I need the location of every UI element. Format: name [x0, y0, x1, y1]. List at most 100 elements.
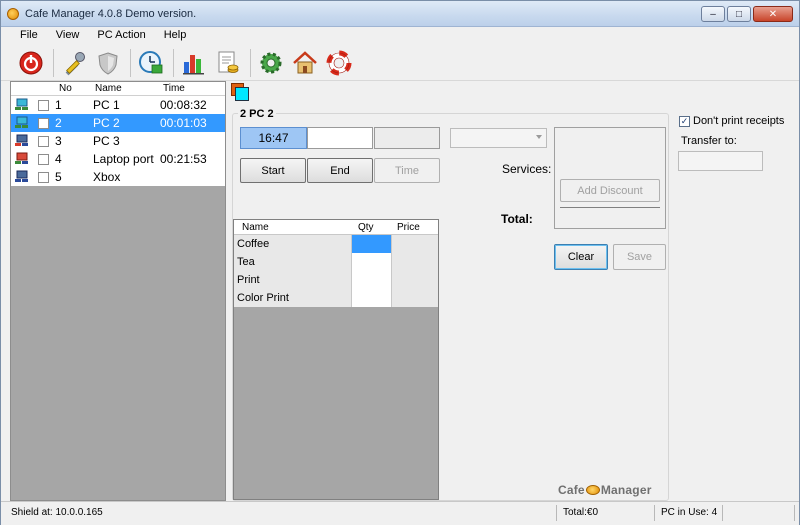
lifebuoy-icon — [326, 50, 352, 75]
item-qty-cell[interactable] — [352, 271, 392, 289]
pc-row-checkbox[interactable] — [38, 118, 49, 129]
toolbar-separator — [250, 48, 251, 77]
dont-print-label[interactable]: Don't print receipts — [693, 115, 784, 127]
brand-right: Manager — [600, 483, 652, 497]
tools-icon — [65, 51, 85, 75]
item-qty-cell[interactable] — [352, 235, 392, 253]
chevron-down-icon — [536, 135, 542, 139]
pc-row[interactable]: 4 Laptop port 00:21:53 — [11, 150, 225, 168]
cafe-manager-logo: Cafe Manager — [558, 483, 652, 497]
add-discount-button[interactable]: Add Discount — [560, 179, 660, 202]
services-label: Services: — [502, 162, 552, 176]
menu-pc-action[interactable]: PC Action — [88, 27, 154, 45]
table-row[interactable]: Print — [234, 271, 438, 289]
pc-row-selected[interactable]: 2 PC 2 00:01:03 — [11, 114, 225, 132]
column-header-name[interactable]: Name — [242, 222, 269, 233]
pc-row-checkbox[interactable] — [38, 100, 49, 111]
pc-list: 1 PC 1 00:08:32 2 PC 2 00:01:03 3 PC 3 4… — [11, 96, 225, 186]
item-qty-cell[interactable] — [352, 253, 392, 271]
menu-help[interactable]: Help — [155, 27, 196, 45]
item-name-cell: Print — [234, 271, 352, 289]
shield-status: Shield at: 10.0.0.165 — [5, 505, 557, 521]
transfer-dropdown[interactable] — [678, 151, 763, 171]
title-bar[interactable]: Cafe Manager 4.0.8 Demo version. – □ ✕ — [1, 1, 799, 27]
menu-file[interactable]: File — [11, 27, 47, 45]
start-button[interactable]: Start — [240, 158, 306, 183]
item-name-cell: Tea — [234, 253, 352, 271]
power-icon — [19, 51, 43, 74]
brand-logo-icon — [585, 485, 600, 495]
statistics-button[interactable] — [178, 47, 210, 79]
minimize-button[interactable]: – — [701, 6, 725, 22]
pc-list-panel: No Name Time 1 PC 1 00:08:32 2 PC 2 00:0… — [10, 81, 226, 501]
report-icon — [218, 51, 239, 73]
pc-row-no: 1 — [55, 98, 62, 112]
pc-row-checkbox[interactable] — [38, 154, 49, 165]
menu-view[interactable]: View — [47, 27, 89, 45]
end-time-field[interactable] — [307, 127, 373, 149]
time-button[interactable]: Time — [374, 158, 440, 183]
home-icon — [293, 50, 317, 73]
save-button[interactable]: Save — [613, 244, 666, 270]
dont-print-checkbox[interactable]: ✓ — [679, 116, 690, 127]
total-label: Total: — [501, 212, 533, 226]
pc-in-use-status: PC in Use: 4 — [655, 505, 723, 521]
column-header-name[interactable]: Name — [95, 83, 122, 94]
pc-busy-icon — [15, 152, 28, 164]
item-name-cell: Coffee — [234, 235, 352, 253]
transfer-label: Transfer to: — [681, 135, 737, 147]
pc-row-name: PC 2 — [93, 116, 120, 130]
close-button[interactable]: ✕ — [753, 6, 793, 22]
items-grid-header: Name Qty Price — [234, 220, 438, 235]
power-button[interactable] — [15, 47, 47, 79]
pc-row[interactable]: 5 Xbox — [11, 168, 225, 186]
table-row[interactable]: Coffee — [234, 235, 438, 253]
brand-left: Cafe — [558, 483, 585, 497]
settings-button[interactable] — [255, 47, 287, 79]
pc-row-checkbox[interactable] — [38, 136, 49, 147]
column-header-no[interactable]: No — [59, 83, 72, 94]
pc-idle-icon — [15, 134, 28, 146]
total-divider — [560, 207, 660, 208]
column-header-time[interactable]: Time — [163, 83, 185, 94]
clear-button[interactable]: Clear — [554, 244, 608, 270]
items-grid: Name Qty Price Coffee Tea Print Color Pr… — [233, 219, 439, 500]
services-dropdown[interactable] — [450, 128, 547, 148]
pc-row[interactable]: 3 PC 3 — [11, 132, 225, 150]
pc-color-swatch[interactable] — [231, 83, 249, 101]
services-box — [554, 127, 666, 229]
timer-button[interactable] — [135, 47, 167, 79]
bar-chart-icon — [183, 54, 204, 74]
toolbar-separator — [53, 48, 54, 77]
pc-row-name: Xbox — [93, 170, 121, 184]
toolbar-separator — [173, 48, 174, 77]
pc-row-no: 2 — [55, 116, 62, 130]
report-button[interactable] — [212, 47, 244, 79]
home-button[interactable] — [289, 47, 321, 79]
shield-button[interactable] — [92, 47, 124, 79]
item-qty-cell[interactable] — [352, 289, 392, 307]
tools-button[interactable] — [58, 47, 90, 79]
start-time-field[interactable]: 16:47 — [240, 127, 307, 149]
status-bar: Shield at: 10.0.0.165 Total:€0 PC in Use… — [1, 501, 799, 525]
pc-list-header: No Name Time — [11, 82, 225, 96]
duration-field — [374, 127, 440, 149]
table-row[interactable]: Tea — [234, 253, 438, 271]
help-button[interactable] — [323, 47, 355, 79]
table-row[interactable]: Color Print — [234, 289, 438, 307]
item-price-cell — [392, 235, 438, 253]
maximize-button[interactable]: □ — [727, 6, 751, 22]
pc-row-time: 00:08:32 — [160, 98, 207, 112]
total-status: Total:€0 — [557, 505, 655, 521]
app-window: Cafe Manager 4.0.8 Demo version. – □ ✕ F… — [0, 0, 800, 525]
toolbar-separator — [130, 48, 131, 77]
end-button[interactable]: End — [307, 158, 373, 183]
column-header-qty[interactable]: Qty — [358, 222, 374, 233]
clock-icon — [139, 50, 163, 73]
column-header-price[interactable]: Price — [397, 222, 420, 233]
app-logo-icon — [7, 8, 19, 20]
pc-row[interactable]: 1 PC 1 00:08:32 — [11, 96, 225, 114]
pc-row-checkbox[interactable] — [38, 172, 49, 183]
window-controls: – □ ✕ — [701, 6, 793, 22]
item-price-cell — [392, 289, 438, 307]
